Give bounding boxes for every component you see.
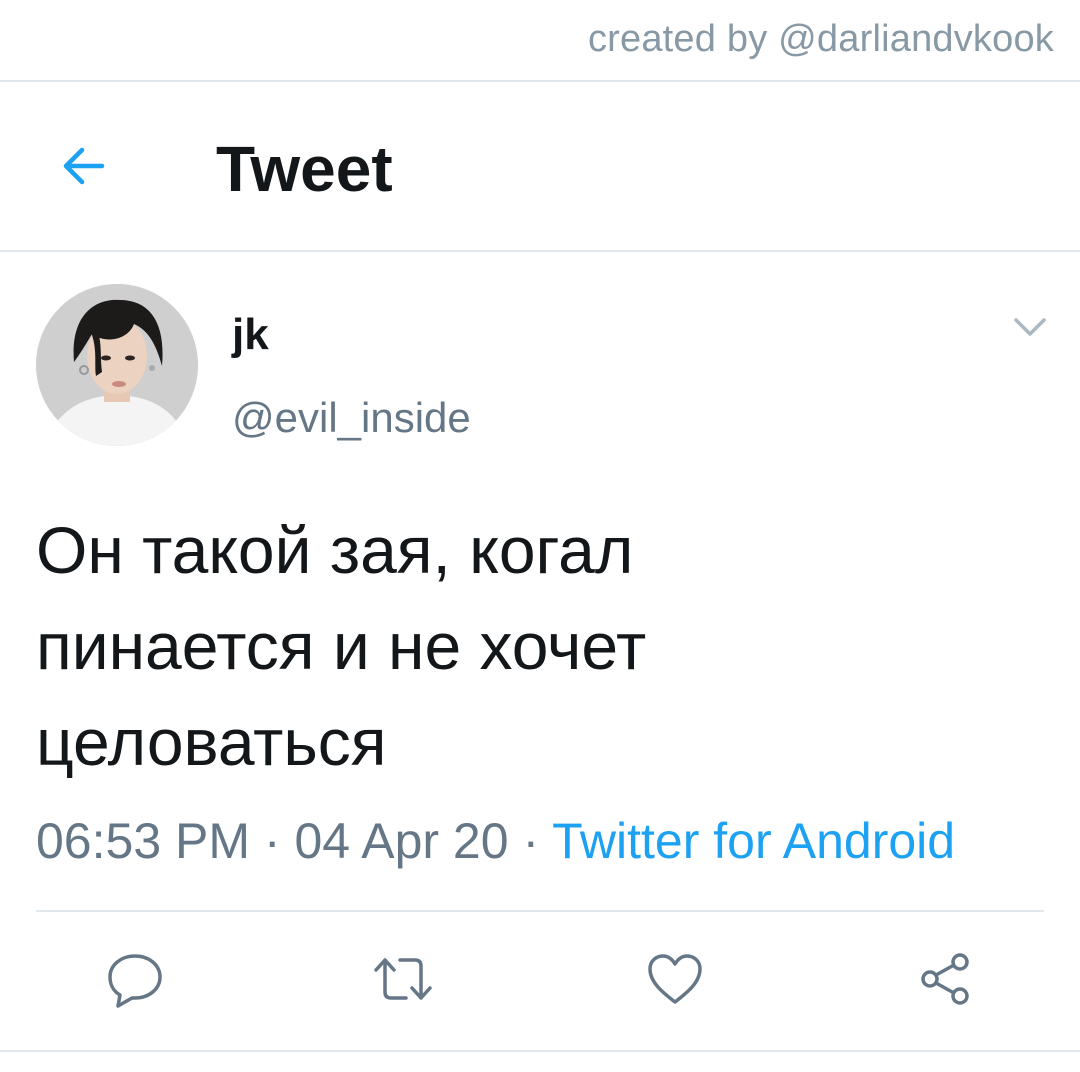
meta-separator: ·: [263, 813, 281, 869]
tweet-text-line: Он такой зая, когал: [36, 513, 634, 587]
watermark-text: created by @darliandvkook: [587, 18, 1054, 60]
user-handle[interactable]: @evil_inside: [232, 394, 471, 442]
actions-divider: [36, 910, 1044, 912]
avatar[interactable]: [36, 284, 198, 446]
top-divider: [0, 80, 1080, 82]
tweet-date: 04 Apr 20: [294, 813, 509, 869]
meta-separator: ·: [522, 813, 540, 869]
header-divider: [0, 250, 1080, 252]
share-button[interactable]: [910, 944, 980, 1014]
tweet-menu-button[interactable]: [1010, 312, 1050, 342]
page-title: Tweet: [216, 133, 393, 205]
display-name[interactable]: jk: [232, 310, 269, 360]
reply-button[interactable]: [100, 944, 170, 1014]
tweet-meta: 06:53 PM · 04 Apr 20 · Twitter for Andro…: [36, 812, 955, 870]
avatar-image: [36, 284, 198, 446]
bottom-divider: [0, 1050, 1080, 1052]
share-icon: [921, 953, 969, 1005]
retweet-button[interactable]: [368, 944, 438, 1014]
arrow-left-icon: [63, 147, 105, 185]
retweet-icon: [374, 958, 432, 1000]
like-button[interactable]: [640, 944, 710, 1014]
tweet-text: Он такой зая, когал пинается и не хочет …: [36, 502, 856, 790]
header: Tweet: [0, 84, 1080, 250]
tweet-text-line: пинается и не хочет: [36, 609, 647, 683]
tweet-time: 06:53 PM: [36, 813, 251, 869]
reply-icon: [108, 954, 162, 1008]
chevron-down-icon: [1014, 318, 1046, 336]
like-icon: [648, 954, 702, 1004]
back-button[interactable]: [52, 134, 116, 198]
tweet-text-line: целоваться: [36, 705, 387, 779]
action-bar: [0, 944, 1080, 1014]
tweet-source-link[interactable]: Twitter for Android: [552, 813, 955, 869]
